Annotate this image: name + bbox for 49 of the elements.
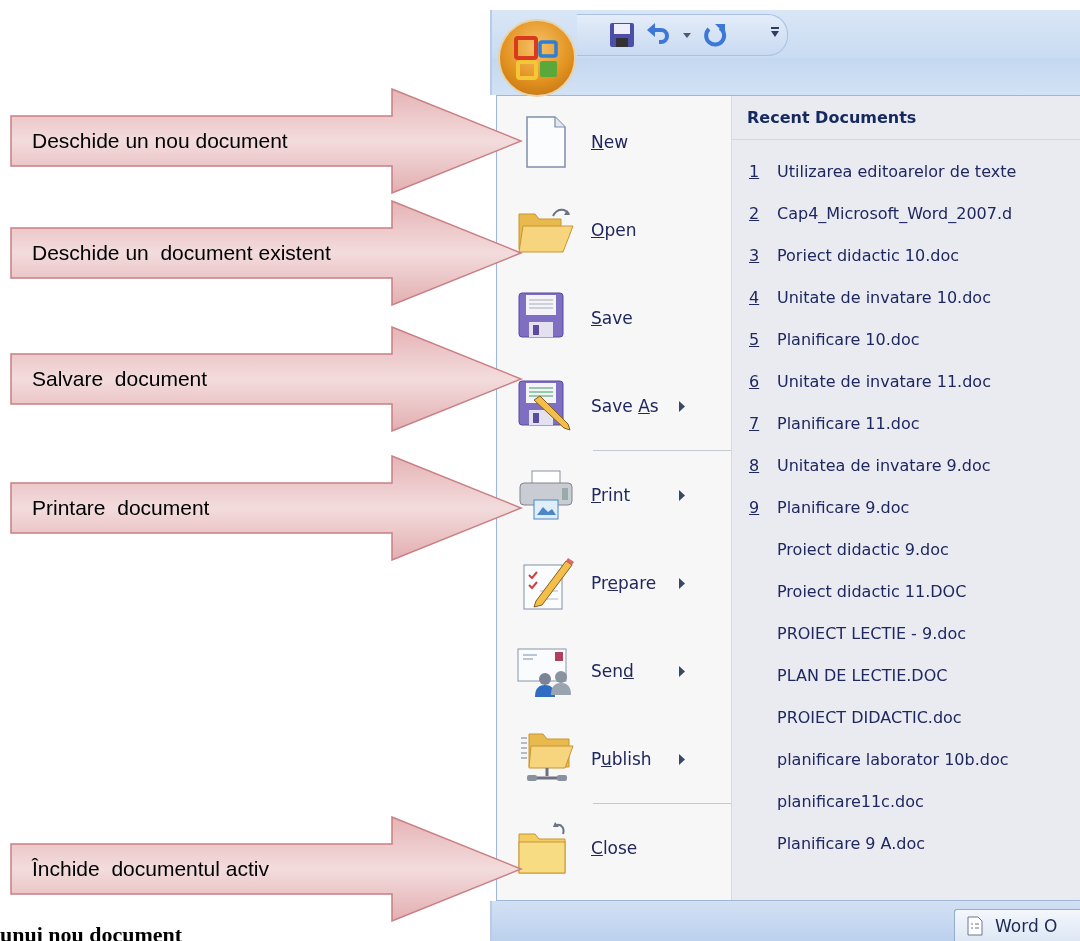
recent-documents-heading: Recent Documents: [732, 96, 1080, 140]
redo-icon: [703, 22, 727, 48]
menu-item[interactable]: Publish: [497, 715, 731, 803]
document-icon: [967, 915, 983, 936]
document-number: 7: [749, 413, 761, 433]
callout-text: Deschide un nou document: [32, 129, 288, 153]
recent-document[interactable]: Poriect didactic 10.doc: [777, 245, 960, 265]
save-button[interactable]: [607, 20, 637, 50]
menu-item[interactable]: Save: [497, 274, 731, 362]
office-logo-icon: [513, 34, 561, 82]
dropdown-caret-icon: [770, 26, 780, 38]
caret-icon: [683, 32, 691, 38]
recent-document[interactable]: Unitatea de invatare 9.doc: [777, 455, 991, 475]
document-number: 4: [749, 287, 761, 307]
recent-document[interactable]: Utilizarea editoarelor de texte: [777, 161, 1017, 181]
callout-text: Salvare document: [32, 367, 208, 391]
document-number: 9: [749, 497, 761, 517]
floppy-pencil-icon: [518, 380, 574, 432]
printer-icon: [518, 470, 574, 520]
undo-dropdown-button[interactable]: [681, 30, 693, 40]
recent-document[interactable]: Planificare 9 A.doc: [777, 833, 926, 853]
recent-document[interactable]: Planificare 11.doc: [777, 413, 920, 433]
blank-page-icon: [526, 116, 566, 168]
open-folder-icon: [517, 206, 575, 254]
document-number: 8: [749, 455, 761, 475]
recent-document[interactable]: planificare11c.doc: [777, 791, 924, 811]
document-number: 5: [749, 329, 761, 349]
recent-document[interactable]: planificare laborator 10b.doc: [777, 749, 1009, 769]
recent-document[interactable]: Unitate de invatare 11.doc: [777, 371, 991, 391]
recent-document[interactable]: PROIECT LECTIE - 9.doc: [777, 623, 966, 643]
document-number: 3: [749, 245, 761, 265]
menu-item[interactable]: Prepare: [497, 539, 731, 627]
recent-document[interactable]: PLAN DE LECTIE.DOC: [777, 665, 948, 685]
document-number: 2: [749, 203, 761, 223]
callout-text: Deschide un document existent: [32, 241, 331, 265]
menu-item[interactable]: New: [497, 98, 731, 186]
callout-text: Printare document: [32, 496, 210, 520]
recent-document[interactable]: Planificare 9.doc: [777, 497, 910, 517]
document-number: 1: [749, 161, 761, 181]
menu-item[interactable]: Send: [497, 627, 731, 715]
callout-text: Închide documentul activ: [32, 857, 269, 881]
recent-document[interactable]: Proiect didactic 11.DOC: [777, 581, 967, 601]
recent-document[interactable]: PROIECT DIDACTIC.doc: [777, 707, 962, 727]
taskbar-button[interactable]: Word O: [954, 909, 1080, 941]
recent-document[interactable]: Unitate de invatare 10.doc: [777, 287, 991, 307]
recent-document[interactable]: Proiect didactic 9.doc: [777, 539, 949, 559]
document-number: 6: [749, 371, 761, 391]
recent-document[interactable]: Cap4_Microsoft_Word_2007.d: [777, 203, 1013, 223]
recent-document[interactable]: Planificare 10.doc: [777, 329, 920, 349]
